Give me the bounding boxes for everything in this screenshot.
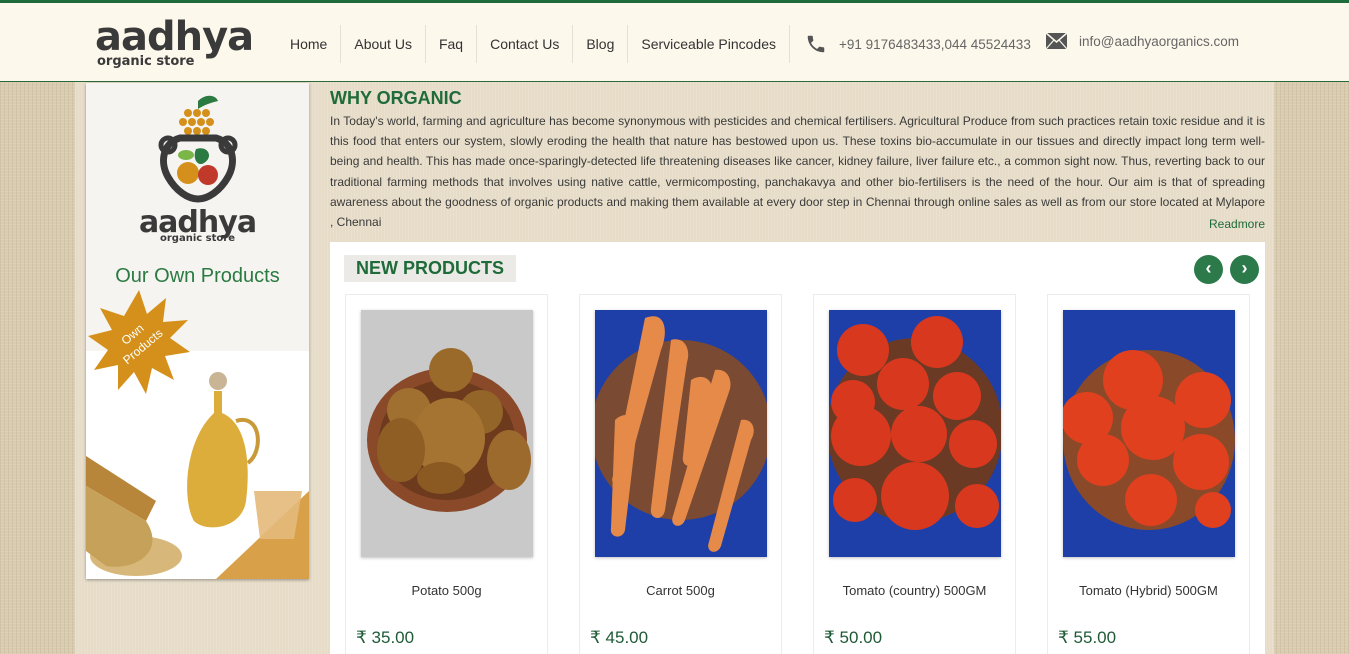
why-organic-title: WHY ORGANIC xyxy=(330,88,462,108)
new-products-section: NEW PRODUCTS ‹ › Potato 500g ₹ 35.00 Car… xyxy=(330,242,1265,654)
readmore-link[interactable]: Readmore xyxy=(1209,217,1265,231)
nav-contact-us[interactable]: Contact Us xyxy=(477,25,574,63)
product-card[interactable]: Tomato (Hybrid) 500GM ₹ 55.00 xyxy=(1047,294,1250,654)
main-nav: Home About Us Faq Contact Us Blog Servic… xyxy=(280,25,790,63)
product-name[interactable]: Potato 500g xyxy=(346,583,547,598)
product-image-potato[interactable] xyxy=(361,310,533,557)
sidebar-logo-subtitle: organic store xyxy=(160,233,235,244)
product-image-tomato-hybrid[interactable] xyxy=(1063,310,1235,557)
header-email: info@aadhyaorganics.com xyxy=(1046,33,1239,49)
phone-number[interactable]: +91 9176483433,044 45524433 xyxy=(839,37,1031,52)
why-organic-text: In Today's world, farming and agricultur… xyxy=(330,114,1265,230)
sidebar-title: Our Own Products xyxy=(115,265,280,287)
product-image-tomato-country[interactable] xyxy=(829,310,1001,557)
site-header: aadhya organic store Home About Us Faq C… xyxy=(0,0,1349,82)
own-products-badge: Own Products xyxy=(88,290,190,394)
nav-faq[interactable]: Faq xyxy=(426,25,478,63)
new-products-label: NEW PRODUCTS xyxy=(344,255,516,282)
product-price: ₹ 35.00 xyxy=(356,628,415,647)
carousel-prev-button[interactable]: ‹ xyxy=(1194,255,1223,284)
aadhya-logo-icon[interactable] xyxy=(158,93,238,208)
chevron-left-icon: ‹ xyxy=(1205,258,1212,278)
product-name[interactable]: Tomato (country) 500GM xyxy=(814,583,1015,598)
product-name[interactable]: Tomato (Hybrid) 500GM xyxy=(1048,583,1249,598)
nav-serviceable-pincodes[interactable]: Serviceable Pincodes xyxy=(628,25,790,63)
mail-icon xyxy=(1046,33,1067,49)
header-phone: +91 9176483433,044 45524433 xyxy=(805,33,1031,55)
nav-about-us[interactable]: About Us xyxy=(341,25,426,63)
site-logo[interactable]: aadhya organic store xyxy=(95,17,255,73)
product-card[interactable]: Tomato (country) 500GM ₹ 50.00 xyxy=(813,294,1016,654)
product-price: ₹ 55.00 xyxy=(1058,628,1117,647)
logo-word: aadhya xyxy=(95,14,254,60)
email-address[interactable]: info@aadhyaorganics.com xyxy=(1079,34,1239,49)
product-name[interactable]: Carrot 500g xyxy=(580,583,781,598)
product-price: ₹ 45.00 xyxy=(590,628,649,647)
nav-blog[interactable]: Blog xyxy=(573,25,629,63)
nav-home[interactable]: Home xyxy=(280,25,342,63)
chevron-right-icon: › xyxy=(1241,258,1248,278)
product-image-carrot[interactable] xyxy=(595,310,767,557)
product-card[interactable]: Potato 500g ₹ 35.00 xyxy=(345,294,548,654)
product-card[interactable]: Carrot 500g ₹ 45.00 xyxy=(579,294,782,654)
product-price: ₹ 50.00 xyxy=(824,628,883,647)
carousel-next-button[interactable]: › xyxy=(1230,255,1259,284)
phone-icon xyxy=(807,35,825,53)
